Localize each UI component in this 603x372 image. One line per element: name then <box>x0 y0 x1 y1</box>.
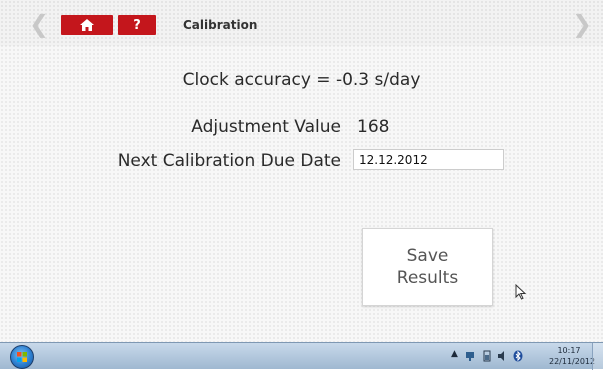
volume-icon[interactable] <box>497 350 507 362</box>
clock-time: 10:17 <box>557 346 581 355</box>
save-results-button[interactable]: Save Results <box>362 228 493 306</box>
start-button-icon[interactable] <box>10 345 34 369</box>
save-label-line1: Save <box>406 246 449 266</box>
mouse-pointer-icon <box>515 284 527 300</box>
show-desktop-button[interactable] <box>592 343 603 370</box>
help-button[interactable]: ? <box>118 15 156 35</box>
system-clock[interactable]: 10:17 22/11/2012 <box>549 345 596 367</box>
top-bar: ❮ ? Calibration ❯ <box>0 0 603 46</box>
windows-logo-icon <box>17 352 27 362</box>
help-label: ? <box>133 17 141 33</box>
adjustment-value: 168 <box>357 117 390 137</box>
taskbar: ▲ 10:17 22/11/2012 <box>0 342 603 370</box>
battery-icon[interactable] <box>482 350 492 362</box>
adjustment-value-label: Adjustment Value <box>191 117 341 137</box>
bluetooth-icon[interactable] <box>513 350 523 362</box>
due-date-label: Next Calibration Due Date <box>117 151 341 171</box>
network-icon[interactable] <box>465 350 475 362</box>
back-arrow-icon[interactable]: ❮ <box>29 12 49 36</box>
clock-date: 22/11/2012 <box>549 357 596 366</box>
save-label-line2: Results <box>396 268 459 288</box>
home-icon <box>80 19 94 31</box>
show-hidden-icons-icon[interactable]: ▲ <box>451 349 458 359</box>
app-window: ❮ ? Calibration ❯ Clock accuracy = -0.3 … <box>0 0 603 342</box>
home-button[interactable] <box>61 15 113 35</box>
forward-arrow-icon[interactable]: ❯ <box>572 12 592 36</box>
clock-accuracy-text: Clock accuracy = -0.3 s/day <box>182 70 421 90</box>
page-title: Calibration <box>183 18 258 32</box>
due-date-field[interactable] <box>353 149 504 170</box>
